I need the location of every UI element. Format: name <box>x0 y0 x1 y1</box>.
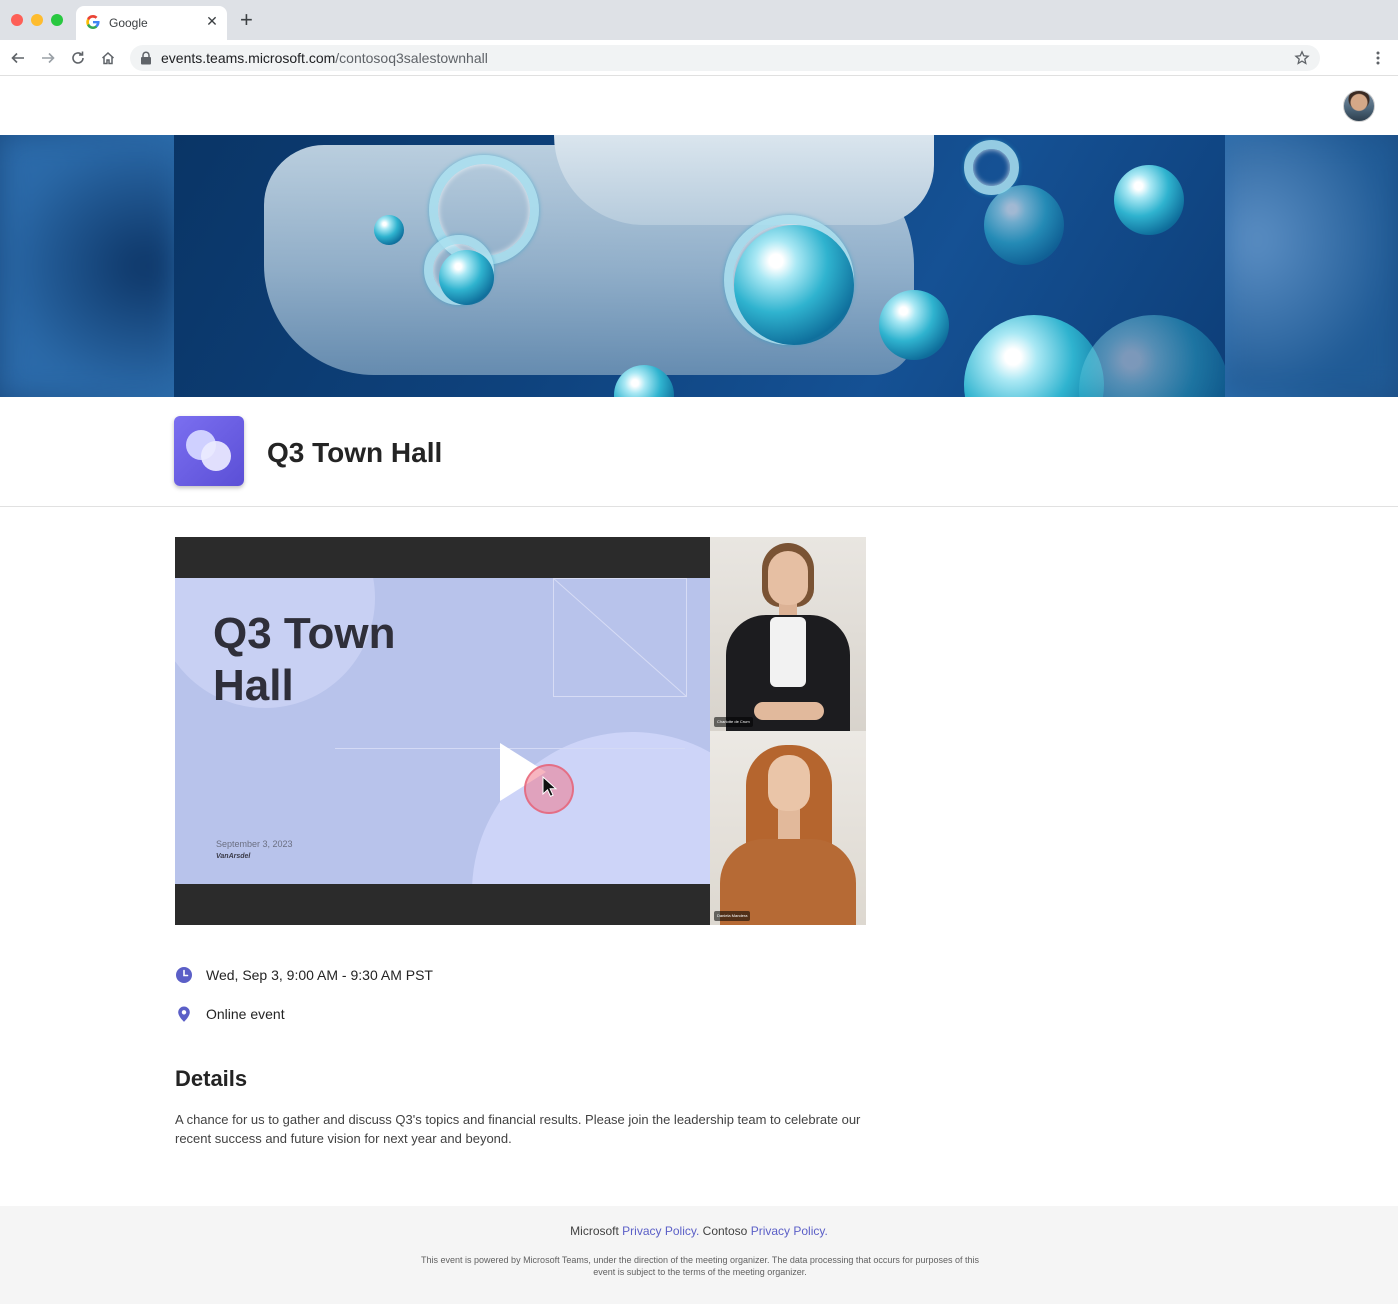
url-path: /contosoq3salestownhall <box>335 50 488 66</box>
clock-icon <box>176 967 192 983</box>
reload-button[interactable] <box>68 48 88 68</box>
details-heading: Details <box>175 1066 248 1091</box>
slide-date: September 3, 2023 <box>216 839 293 849</box>
presenter-name-1: Charlotte de Crum <box>714 717 753 727</box>
event-datetime: Wed, Sep 3, 9:00 AM - 9:30 AM PST <box>206 967 433 983</box>
banner-blur-left <box>0 135 180 397</box>
event-location: Online event <box>206 1006 285 1022</box>
contoso-label: Contoso <box>699 1224 751 1238</box>
home-icon <box>101 51 115 65</box>
microsoft-privacy-link[interactable]: Privacy Policy. <box>622 1224 699 1238</box>
event-banner <box>0 135 1398 397</box>
banner-blur-right <box>1220 135 1398 397</box>
contoso-privacy-link[interactable]: Privacy Policy. <box>751 1224 828 1238</box>
address-bar[interactable]: events.teams.microsoft.com/contosoq3sale… <box>130 45 1320 71</box>
presenter-video-1: Charlotte de Crum <box>710 537 866 731</box>
url-text: events.teams.microsoft.com/contosoq3sale… <box>161 50 488 66</box>
url-host: events.teams.microsoft.com <box>161 50 336 66</box>
tab-title: Google <box>109 16 148 30</box>
new-tab-button[interactable]: + <box>240 9 253 31</box>
location-pin-icon <box>178 1006 190 1022</box>
close-window-button[interactable] <box>11 14 23 26</box>
page-header <box>0 77 1398 135</box>
event-title-row: Q3 Town Hall <box>0 397 1398 507</box>
google-icon <box>86 15 100 29</box>
browser-tabstrip: Google ✕ + <box>0 0 1398 40</box>
browser-tab[interactable]: Google ✕ <box>76 6 227 40</box>
footer-disclaimer: This event is powered by Microsoft Teams… <box>421 1255 979 1277</box>
footer-links: Microsoft Privacy Policy. Contoso Privac… <box>0 1224 1398 1238</box>
presentation-slide: Q3 Town Hall September 3, 2023 VanArsdel <box>175 578 710 884</box>
presenter-video-2: Daniela Mandera <box>710 731 866 925</box>
star-icon[interactable] <box>1294 50 1310 66</box>
banner-image <box>174 135 1225 397</box>
kebab-menu-icon[interactable] <box>1370 50 1386 66</box>
page-footer: Microsoft Privacy Policy. Contoso Privac… <box>0 1206 1398 1304</box>
maximize-window-button[interactable] <box>51 14 63 26</box>
back-button[interactable] <box>8 48 28 68</box>
presenter-name-2: Daniela Mandera <box>714 911 751 921</box>
mouse-cursor-icon <box>542 776 558 797</box>
teams-event-icon <box>174 416 244 486</box>
event-datetime-row: Wed, Sep 3, 9:00 AM - 9:30 AM PST <box>175 965 433 985</box>
event-location-row: Online event <box>175 1004 285 1024</box>
arrow-left-icon <box>11 52 24 64</box>
forward-button[interactable] <box>38 48 58 68</box>
video-player[interactable]: Q3 Town Hall September 3, 2023 VanArsdel… <box>175 537 866 925</box>
user-avatar[interactable] <box>1343 90 1375 122</box>
microsoft-label: Microsoft <box>570 1224 623 1238</box>
arrow-right-icon <box>42 52 55 64</box>
slide-title: Q3 Town Hall <box>213 609 396 710</box>
lock-icon <box>141 51 151 65</box>
close-tab-icon[interactable]: ✕ <box>204 13 220 30</box>
reload-icon <box>72 51 84 64</box>
details-description: A chance for us to gather and discuss Q3… <box>175 1112 861 1146</box>
page-title: Q3 Town Hall <box>267 437 443 468</box>
slide-logo: VanArsdel <box>216 853 251 860</box>
home-button[interactable] <box>98 48 118 68</box>
minimize-window-button[interactable] <box>31 14 43 26</box>
browser-toolbar: events.teams.microsoft.com/contosoq3sale… <box>0 40 1398 76</box>
